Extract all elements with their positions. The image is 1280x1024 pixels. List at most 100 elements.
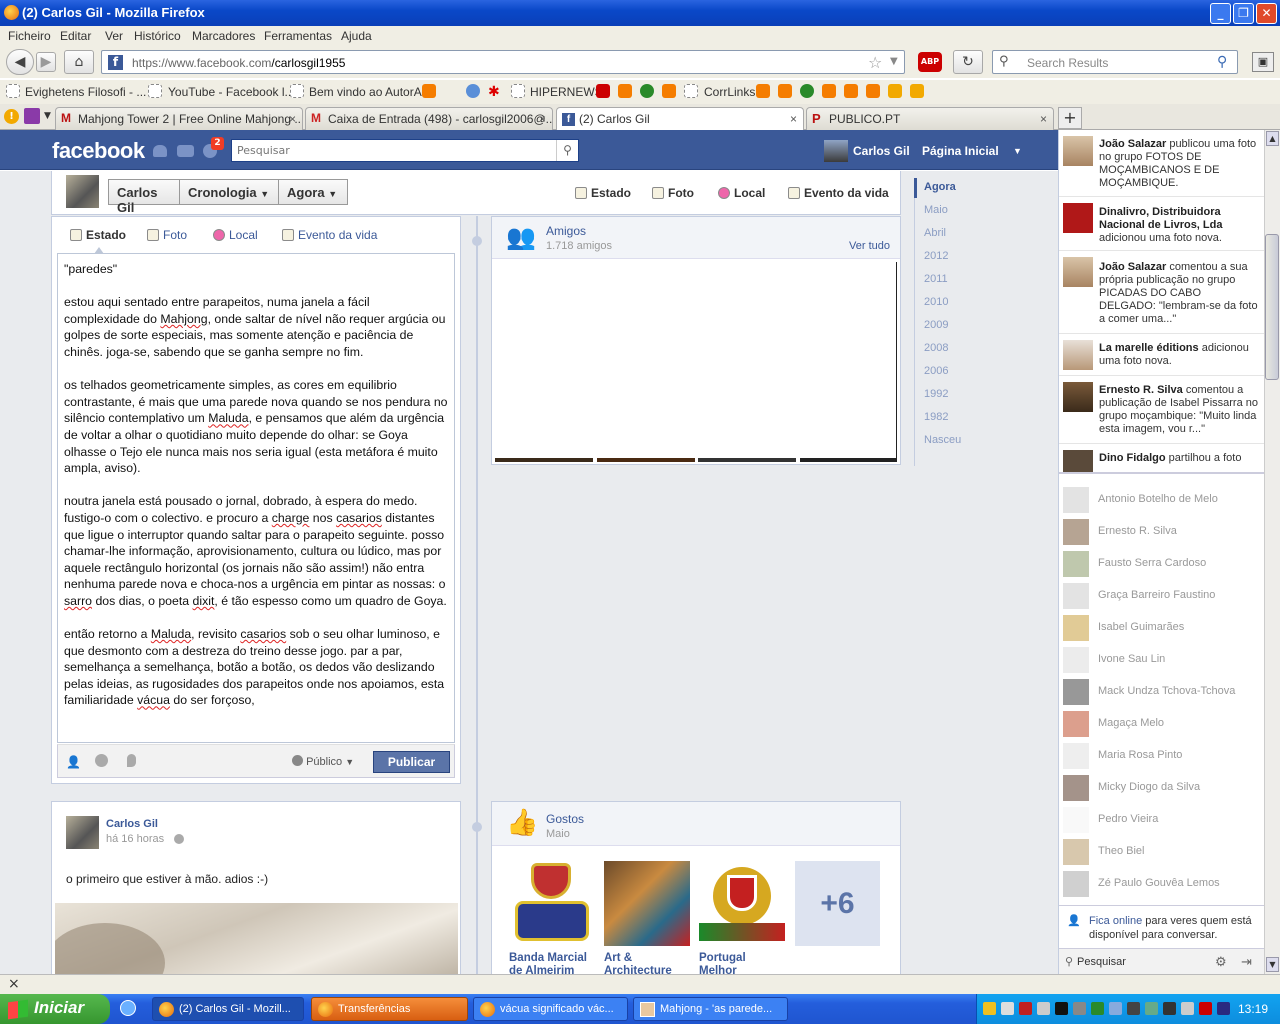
clock-icon[interactable] — [95, 754, 108, 767]
chat-contact[interactable]: Fausto Serra Cardoso — [1063, 548, 1263, 578]
task-mahjong[interactable]: Mahjong - 'as parede... — [633, 997, 788, 1021]
profile-name-button[interactable]: Carlos Gil — [108, 179, 180, 215]
likes-title[interactable]: Gostos — [546, 812, 584, 826]
year-1982[interactable]: 1982 — [924, 411, 948, 423]
ticker-item[interactable]: Dinalivro, Distribuidora Nacional de Liv… — [1059, 197, 1264, 251]
app-icon[interactable] — [1055, 1002, 1068, 1015]
menu-ficheiro[interactable]: Ficheiro — [8, 29, 51, 43]
fb-user-link[interactable]: Carlos Gil — [853, 144, 910, 158]
lightbulb-icon[interactable] — [756, 84, 770, 98]
publish-button[interactable]: Publicar — [373, 751, 450, 773]
year-2010[interactable]: 2010 — [924, 296, 948, 308]
now-dropdown[interactable]: Agora ▼ — [278, 179, 348, 205]
menu-ver[interactable]: Ver — [105, 29, 123, 43]
star-bookmark-icon[interactable]: ✱ — [488, 84, 502, 98]
menu-editar[interactable]: Editar — [60, 29, 91, 43]
back-icon[interactable]: ◀ — [6, 49, 34, 75]
year-2009[interactable]: 2009 — [924, 319, 948, 331]
timeline-dropdown[interactable]: Cronologia ▼ — [179, 179, 279, 205]
friend-photo-strip[interactable] — [698, 458, 796, 462]
search-icon[interactable]: ⚲ — [1217, 54, 1227, 70]
ticker-item[interactable]: La marelle éditions adicionou uma foto n… — [1059, 334, 1264, 376]
status-textarea[interactable]: "paredes" estou aqui sentado entre parap… — [57, 253, 455, 743]
app-icon[interactable] — [1091, 1002, 1104, 1015]
close-icon[interactable]: × — [539, 112, 546, 126]
like-item-image[interactable] — [699, 861, 785, 946]
alert-icon[interactable]: ! — [4, 109, 19, 124]
maximize-button[interactable]: ❐ — [1233, 3, 1254, 24]
bookmark-evighetens[interactable]: Evighetens Filosofi - ... — [25, 85, 146, 99]
shield-icon[interactable] — [983, 1002, 996, 1015]
blogger-icon[interactable] — [778, 84, 792, 98]
ticker-item[interactable]: João Salazar comentou a sua própria publ… — [1059, 251, 1264, 334]
scroll-down-icon[interactable]: ▼ — [1266, 957, 1279, 972]
ticker-item[interactable]: Ernesto R. Silva comentou a publicação d… — [1059, 376, 1264, 444]
task-downloads[interactable]: Transferências — [311, 997, 468, 1021]
tab-publico[interactable]: P PUBLICO.PT × — [806, 107, 1054, 130]
likes-more[interactable]: +6 — [795, 861, 880, 946]
see-all-friends-link[interactable]: Ver tudo — [849, 240, 890, 252]
circle-icon[interactable] — [640, 84, 654, 98]
tab-mahjong[interactable]: M Mahjong Tower 2 | Free Online Mahjong … — [55, 107, 303, 130]
apps-icon[interactable] — [24, 108, 40, 124]
post-author-avatar[interactable] — [66, 816, 99, 849]
blogger-icon[interactable] — [618, 84, 632, 98]
minimize-button[interactable]: _ — [1210, 3, 1231, 24]
app-icon[interactable] — [1127, 1002, 1140, 1015]
clock[interactable]: 13:19 — [1238, 1002, 1268, 1016]
cover-place-link[interactable]: Local — [718, 186, 765, 200]
year-2011[interactable]: 2011 — [924, 273, 948, 285]
account-dropdown-icon[interactable]: ▼ — [1013, 146, 1022, 156]
bookmark-hipernews[interactable]: HIPERNEWS — [530, 85, 603, 99]
chat-contact[interactable]: Isabel Guimarães — [1063, 612, 1263, 642]
antivirus-icon[interactable] — [1019, 1002, 1032, 1015]
avatar[interactable] — [824, 140, 848, 162]
reload-icon[interactable]: ↻ — [953, 50, 983, 74]
post-photo[interactable] — [55, 903, 458, 975]
post-author[interactable]: Carlos Gil — [106, 818, 158, 830]
menu-ajuda[interactable]: Ajuda — [341, 29, 372, 43]
chat-contact[interactable]: Magaça Melo — [1063, 708, 1263, 738]
bookmark-youtube[interactable]: YouTube - Facebook l... — [168, 85, 295, 99]
search-icon[interactable]: ⚲ — [556, 140, 578, 161]
app-icon[interactable] — [1145, 1002, 1158, 1015]
l-icon[interactable] — [596, 84, 610, 98]
star-icon[interactable]: ☆ — [868, 53, 882, 72]
profile-thumbnail[interactable] — [66, 175, 99, 208]
tag-friends-icon[interactable]: 👤 — [66, 755, 81, 769]
chat-contact[interactable]: Micky Diogo da Silva — [1063, 772, 1263, 802]
cover-status-link[interactable]: Estado — [575, 186, 631, 200]
chat-contact[interactable]: Ernesto R. Silva — [1063, 516, 1263, 546]
composer-tab-life-event[interactable]: Evento da vida — [282, 228, 377, 242]
addon-icon[interactable]: ▣ — [1252, 52, 1274, 72]
year-nasceu[interactable]: Nasceu — [924, 434, 961, 446]
task-firefox[interactable]: (2) Carlos Gil - Mozill... — [152, 997, 304, 1021]
privacy-selector[interactable]: Público ▼ — [292, 755, 354, 768]
url-dropdown-icon[interactable]: ▼ — [890, 56, 898, 67]
friend-photo-strip[interactable] — [597, 458, 695, 462]
friend-photo-strip[interactable] — [800, 458, 897, 462]
year-2006[interactable]: 2006 — [924, 365, 948, 377]
network-icon[interactable] — [1001, 1002, 1014, 1015]
address-bar[interactable]: f https://www.facebook.com/carlosgil1955… — [101, 50, 905, 74]
fb-home-link[interactable]: Página Inicial — [922, 144, 999, 158]
app-icon[interactable] — [1073, 1002, 1086, 1015]
rss-icon[interactable] — [888, 84, 902, 98]
like-item-image[interactable] — [509, 861, 595, 946]
menu-historico[interactable]: Histórico — [134, 29, 181, 43]
cover-life-event-link[interactable]: Evento da vida — [788, 186, 889, 200]
like-item-image[interactable] — [604, 861, 690, 946]
chat-contact[interactable]: Antonio Botelho de Melo — [1063, 484, 1263, 514]
blogger-icon[interactable] — [422, 84, 436, 98]
home-icon[interactable]: ⌂ — [64, 50, 94, 74]
menu-ferramentas[interactable]: Ferramentas — [264, 29, 332, 43]
new-tab-button[interactable]: + — [1058, 107, 1082, 129]
post-time[interactable]: há 16 horas — [106, 833, 164, 845]
close-icon[interactable]: × — [289, 112, 296, 126]
ie-quicklaunch-icon[interactable] — [120, 1000, 136, 1016]
start-button[interactable]: Iniciar — [0, 994, 110, 1024]
popout-icon[interactable]: ⇥ — [1241, 954, 1252, 970]
scrollbar-thumb[interactable] — [1265, 234, 1279, 380]
like-item-label[interactable]: Banda Marcial de Almeirim — [509, 952, 595, 974]
blogger-icon[interactable] — [844, 84, 858, 98]
